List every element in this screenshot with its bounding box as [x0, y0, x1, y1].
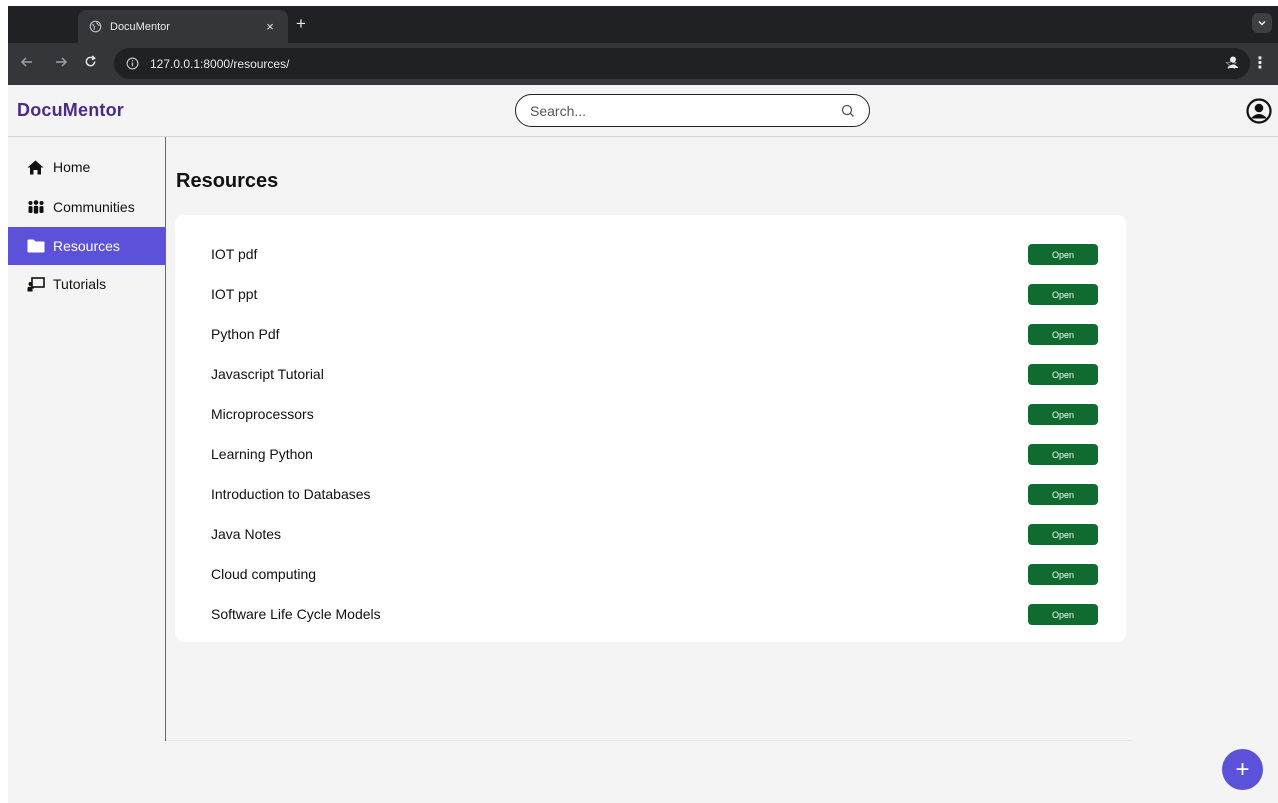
resource-name: IOT pdf [211, 246, 258, 262]
browser-tab[interactable]: DocuMentor × [78, 10, 288, 43]
home-icon [27, 159, 45, 175]
resource-name: Java Notes [211, 526, 282, 542]
sidebar-item-label: Home [53, 159, 91, 175]
users-icon [27, 199, 45, 215]
sidebar-item-tutorials[interactable]: Tutorials [8, 265, 165, 303]
reload-icon[interactable] [84, 55, 97, 71]
search-box[interactable] [515, 94, 870, 127]
search-icon[interactable] [841, 104, 855, 118]
table-row: Javascript Tutorial Open [175, 355, 1126, 395]
resource-name: Software Life Cycle Models [211, 606, 381, 622]
sidebar-item-communities[interactable]: Communities [8, 188, 165, 226]
close-tab-icon[interactable]: × [262, 19, 278, 34]
sidebar-item-resources[interactable]: Resources [8, 227, 165, 265]
chevron-down-icon [1258, 20, 1266, 26]
tab-bar: DocuMentor × + [8, 6, 1278, 43]
tab-search-button[interactable] [1252, 13, 1272, 33]
sidebar-item-label: Resources [53, 238, 120, 254]
resource-name: Introduction to Databases [211, 486, 371, 502]
brand-logo[interactable]: DocuMentor [17, 100, 124, 121]
forward-arrow-icon[interactable] [54, 55, 68, 72]
address-bar-row: 127.0.0.1:8000/resources/ ☆ ⋮ [8, 43, 1278, 85]
sidebar-item-home[interactable]: Home [8, 148, 165, 186]
browser-menu-icon[interactable]: ⋮ [1252, 53, 1268, 73]
globe-icon [88, 20, 102, 34]
sidebar-item-label: Communities [53, 199, 135, 215]
resource-name: Cloud computing [211, 566, 317, 582]
back-arrow-icon[interactable] [20, 55, 34, 72]
search-input[interactable] [530, 102, 841, 119]
user-account-icon[interactable] [1246, 98, 1272, 124]
resource-name: Javascript Tutorial [211, 366, 324, 382]
browser-window: DocuMentor × + 127.0.0.1:8000/resources/… [8, 6, 1278, 803]
table-row: Python Pdf Open [175, 315, 1126, 355]
resource-name: IOT ppt [211, 286, 258, 302]
open-button[interactable]: Open [1028, 404, 1098, 425]
table-row: IOT pdf Open [175, 235, 1126, 275]
open-button[interactable]: Open [1028, 324, 1098, 345]
table-row: IOT ppt Open [175, 275, 1126, 315]
folder-icon [27, 238, 45, 254]
app-header: DocuMentor [8, 85, 1278, 137]
sidebar-item-label: Tutorials [53, 276, 107, 292]
table-row: Cloud computing Open [175, 555, 1126, 595]
tab-title: DocuMentor [110, 20, 170, 33]
open-button[interactable]: Open [1028, 284, 1098, 305]
open-button[interactable]: Open [1028, 604, 1098, 625]
new-tab-button[interactable]: + [296, 14, 306, 34]
table-row: Java Notes Open [175, 515, 1126, 555]
address-bar[interactable]: 127.0.0.1:8000/resources/ ☆ [114, 48, 1250, 79]
open-button[interactable]: Open [1028, 444, 1098, 465]
url-text[interactable]: 127.0.0.1:8000/resources/ [150, 57, 1225, 71]
sidebar: Home Communities Resources Tutorials [8, 137, 166, 741]
info-icon[interactable] [126, 57, 140, 71]
presentation-icon [27, 276, 45, 292]
table-row: Software Life Cycle Models Open [175, 595, 1126, 635]
page-title: Resources [176, 170, 279, 192]
open-button[interactable]: Open [1028, 564, 1098, 585]
table-row: Learning Python Open [175, 435, 1126, 475]
resource-name: Learning Python [211, 446, 313, 462]
open-button[interactable]: Open [1028, 524, 1098, 545]
resources-list: IOT pdf Open IOT ppt Open Python Pdf Ope… [175, 215, 1126, 642]
divider [166, 740, 1132, 741]
table-row: Microprocessors Open [175, 395, 1126, 435]
browser-profile-icon[interactable] [1226, 55, 1240, 69]
open-button[interactable]: Open [1028, 484, 1098, 505]
open-button[interactable]: Open [1028, 244, 1098, 265]
resource-name: Python Pdf [211, 326, 280, 342]
resource-name: Microprocessors [211, 406, 314, 422]
open-button[interactable]: Open [1028, 364, 1098, 385]
add-resource-button[interactable]: + [1222, 749, 1263, 790]
table-row: Introduction to Databases Open [175, 475, 1126, 515]
